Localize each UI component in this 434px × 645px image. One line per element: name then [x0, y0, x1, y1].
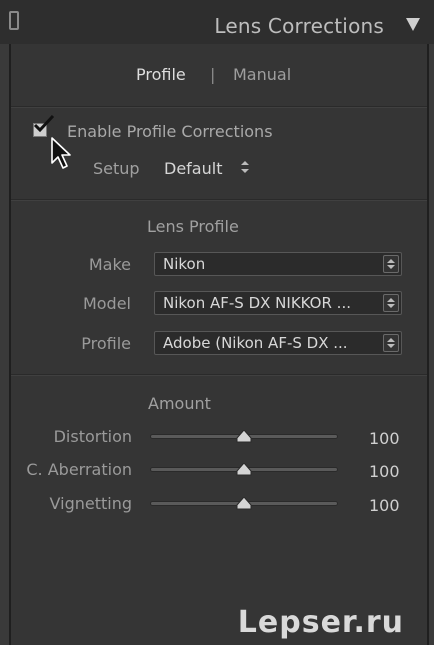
section-divider [11, 374, 427, 375]
make-label: Make [88, 255, 131, 274]
triangle-down-icon[interactable] [406, 18, 420, 31]
tab-profile[interactable]: Profile [136, 65, 186, 84]
chromatic-aberration-value[interactable]: 100 [369, 462, 400, 481]
profile-label: Profile [81, 334, 131, 353]
watermark-text: Lepser.ru [237, 605, 404, 640]
checkmark-icon [33, 114, 55, 138]
tab-manual[interactable]: Manual [233, 65, 291, 84]
lens-profile-title: Lens Profile [147, 217, 239, 236]
model-select[interactable]: Nikon AF-S DX NIKKOR ... [154, 291, 402, 315]
vignetting-label: Vignetting [49, 494, 132, 513]
make-select[interactable]: Nikon [154, 252, 402, 276]
vignetting-value[interactable]: 100 [369, 496, 400, 515]
lens-corrections-panel: Profile | Manual Enable Profile Correcti… [9, 44, 429, 645]
distortion-value[interactable]: 100 [369, 429, 400, 448]
mouse-cursor-icon [50, 137, 72, 175]
profile-select[interactable]: Adobe (Nikon AF-S DX ... [154, 331, 402, 355]
panel-header[interactable]: Lens Corrections [0, 0, 434, 44]
select-arrows-icon [383, 255, 399, 273]
select-arrows-icon [383, 294, 399, 312]
distortion-label: Distortion [53, 427, 132, 446]
collapse-square-icon[interactable] [9, 11, 19, 30]
enable-profile-label: Enable Profile Corrections [67, 122, 273, 141]
setup-dropdown[interactable]: Default [164, 159, 222, 178]
tab-bar: Profile | Manual [11, 44, 427, 107]
tab-separator: | [210, 65, 216, 84]
section-divider [11, 199, 427, 200]
up-down-arrows-icon[interactable] [240, 160, 250, 174]
select-arrows-icon [383, 334, 399, 352]
setup-label: Setup [93, 159, 140, 178]
model-label: Model [82, 294, 131, 313]
panel-title: Lens Corrections [214, 14, 384, 38]
amount-title: Amount [148, 394, 211, 413]
chromatic-aberration-label: C. Aberration [26, 460, 132, 479]
